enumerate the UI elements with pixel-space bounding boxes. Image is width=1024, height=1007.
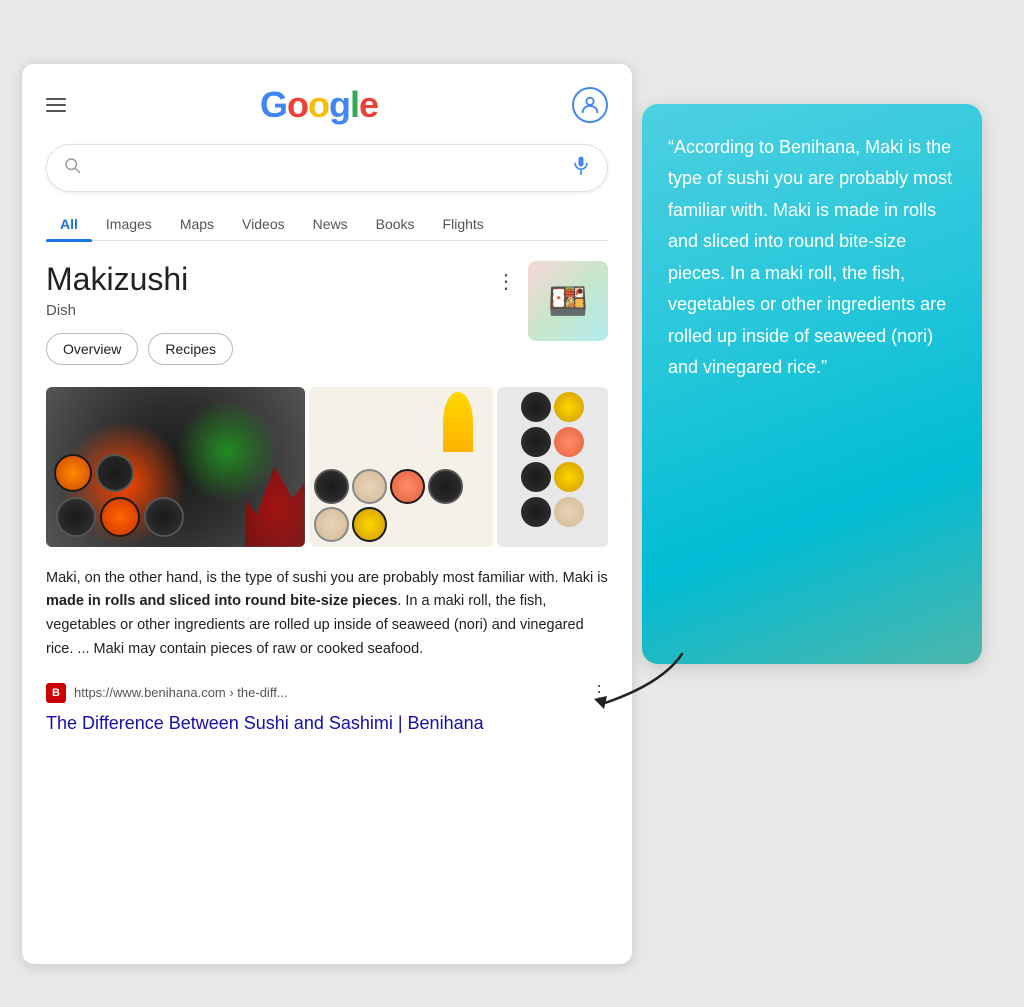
tab-all[interactable]: All xyxy=(46,208,92,240)
source-url: https://www.benihana.com › the-diff... xyxy=(74,685,288,700)
google-logo: Google xyxy=(260,84,378,126)
gallery-image-3[interactable] xyxy=(497,387,608,547)
kp-overview-button[interactable]: Overview xyxy=(46,333,138,365)
kp-image-thumbnail[interactable]: 🍱 xyxy=(528,261,608,341)
source-left: B https://www.benihana.com › the-diff... xyxy=(46,683,288,703)
nav-tabs: All Images Maps Videos News Books Flight… xyxy=(46,208,608,241)
hamburger-menu[interactable] xyxy=(46,98,66,112)
kp-title: Makizushi xyxy=(46,261,484,298)
tab-videos[interactable]: Videos xyxy=(228,208,299,240)
quote-text: “According to Benihana, Maki is the type… xyxy=(668,132,956,384)
kp-more-options-icon[interactable]: ⋮ xyxy=(496,261,516,294)
gallery-image-1[interactable] xyxy=(46,387,305,547)
result-link[interactable]: The Difference Between Sushi and Sashimi… xyxy=(46,713,484,733)
search-input[interactable]: what is maki sushi xyxy=(93,158,559,178)
quote-card: “According to Benihana, Maki is the type… xyxy=(642,104,982,664)
kp-recipes-button[interactable]: Recipes xyxy=(148,333,233,365)
user-account-icon[interactable] xyxy=(572,87,608,123)
tab-news[interactable]: News xyxy=(299,208,362,240)
mic-icon[interactable] xyxy=(571,155,591,181)
tab-flights[interactable]: Flights xyxy=(429,208,498,240)
result-text: Maki, on the other hand, is the type of … xyxy=(46,567,608,663)
tab-maps[interactable]: Maps xyxy=(166,208,228,240)
kp-text: Makizushi Dish Overview Recipes xyxy=(46,261,484,365)
source-row: B https://www.benihana.com › the-diff...… xyxy=(46,682,608,703)
kp-buttons: Overview Recipes xyxy=(46,333,484,365)
gallery-image-2[interactable] xyxy=(309,387,494,547)
tab-images[interactable]: Images xyxy=(92,208,166,240)
search-bar[interactable]: what is maki sushi xyxy=(46,144,608,192)
tab-books[interactable]: Books xyxy=(362,208,429,240)
header: Google xyxy=(46,84,608,126)
source-more-options[interactable]: ⋮ xyxy=(590,682,608,703)
image-gallery xyxy=(46,387,608,547)
knowledge-panel: Makizushi Dish Overview Recipes ⋮ 🍱 xyxy=(46,261,608,365)
kp-subtitle: Dish xyxy=(46,302,484,319)
search-icon xyxy=(63,156,81,179)
source-favicon: B xyxy=(46,683,66,703)
search-card: Google what is maki sushi xyxy=(22,64,632,964)
